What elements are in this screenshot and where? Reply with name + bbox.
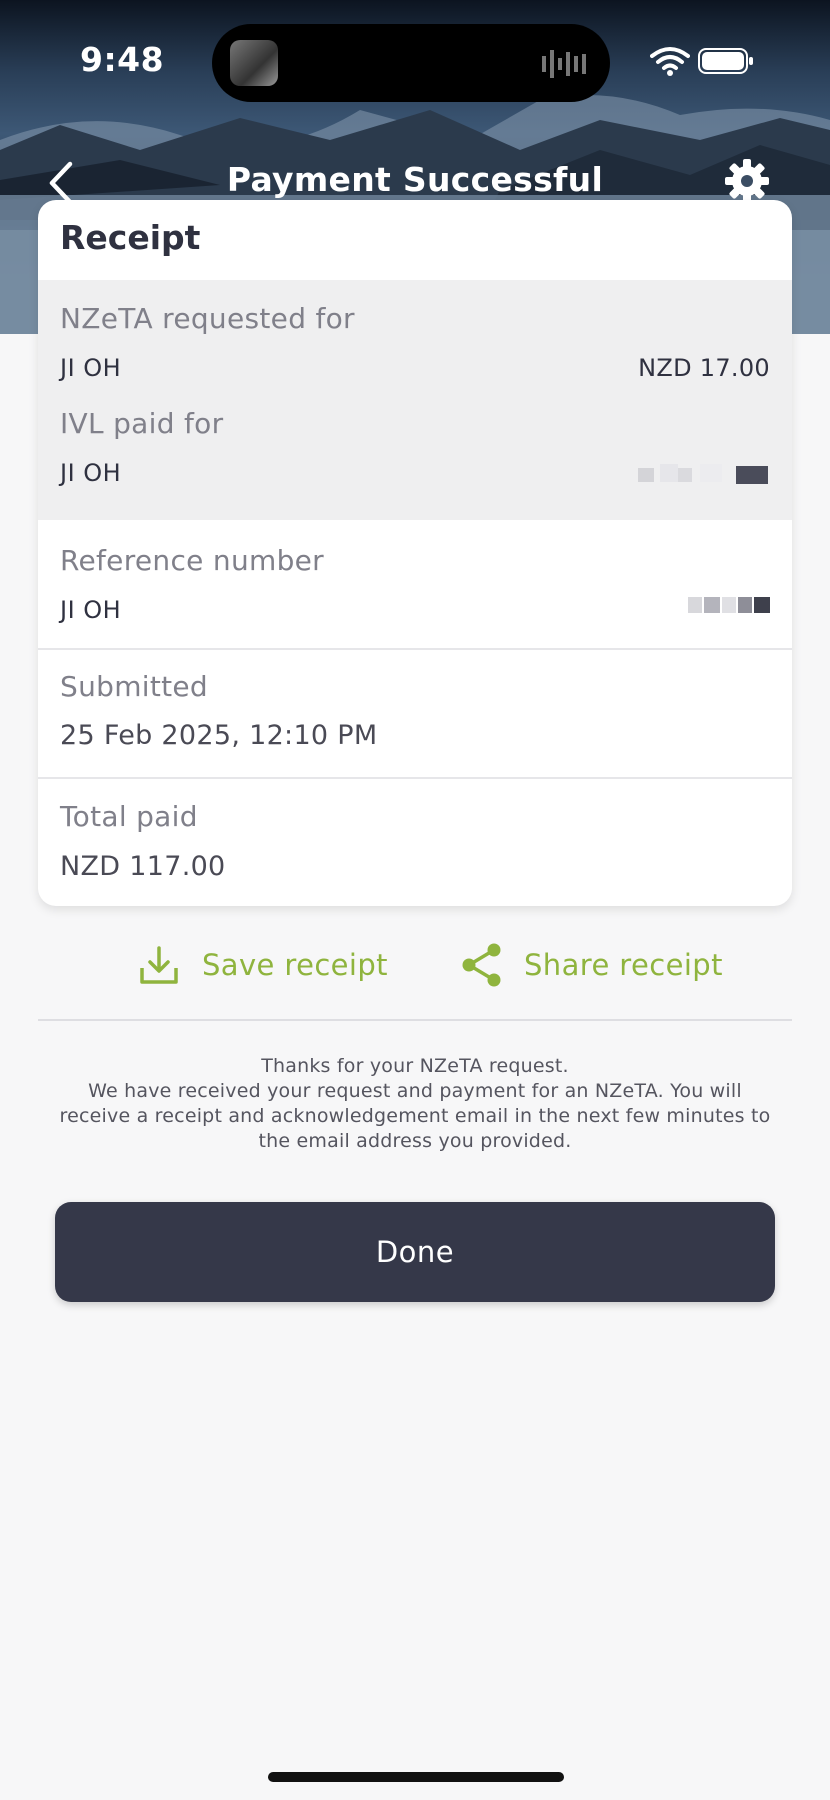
wifi-icon — [650, 47, 690, 76]
page-title: Payment Successful — [226, 160, 604, 199]
receipt-card: Receipt NZeTA requested for JI OH NZD 17… — [38, 200, 792, 906]
total-value: NZD 117.00 — [60, 851, 226, 882]
done-button[interactable]: Done — [55, 1202, 775, 1302]
ivl-name: JI OH — [60, 459, 122, 487]
confirmation-message-line1: Thanks for your NZeTA request. — [261, 1055, 569, 1077]
submitted-label: Submitted — [60, 670, 209, 703]
redacted-reference-number — [688, 595, 770, 617]
save-receipt-button[interactable]: Save receipt — [138, 940, 388, 990]
reference-label: Reference number — [60, 544, 324, 577]
save-receipt-label: Save receipt — [202, 948, 388, 982]
confirmation-message-line2: We have received your request and paymen… — [59, 1080, 771, 1152]
reference-name: JI OH — [60, 596, 122, 624]
submitted-value: 25 Feb 2025, 12:10 PM — [60, 720, 378, 751]
share-icon — [462, 943, 501, 987]
gear-icon[interactable] — [724, 158, 770, 204]
share-receipt-label: Share receipt — [524, 948, 723, 982]
confirmation-message: Thanks for your NZeTA request. We have r… — [50, 1054, 780, 1154]
now-playing-thumbnail — [230, 40, 278, 86]
home-indicator — [268, 1772, 564, 1782]
battery-icon — [698, 48, 753, 74]
receipt-actions: Save receipt Share receipt — [0, 940, 830, 990]
divider — [38, 1019, 792, 1021]
nzeta-name: JI OH — [60, 354, 122, 382]
divider — [38, 777, 792, 779]
nzeta-amount: NZD 17.00 — [638, 354, 770, 382]
nzeta-label: NZeTA requested for — [60, 302, 355, 335]
redacted-ivl-amount — [638, 462, 770, 484]
receipt-title: Receipt — [60, 218, 201, 257]
dynamic-island — [212, 24, 610, 102]
audio-wave-icon — [542, 50, 586, 78]
status-time: 9:48 — [80, 40, 165, 79]
download-icon — [140, 946, 178, 984]
divider — [38, 648, 792, 650]
share-receipt-button[interactable]: Share receipt — [460, 940, 723, 990]
total-label: Total paid — [60, 800, 198, 833]
ivl-label: IVL paid for — [60, 407, 224, 440]
